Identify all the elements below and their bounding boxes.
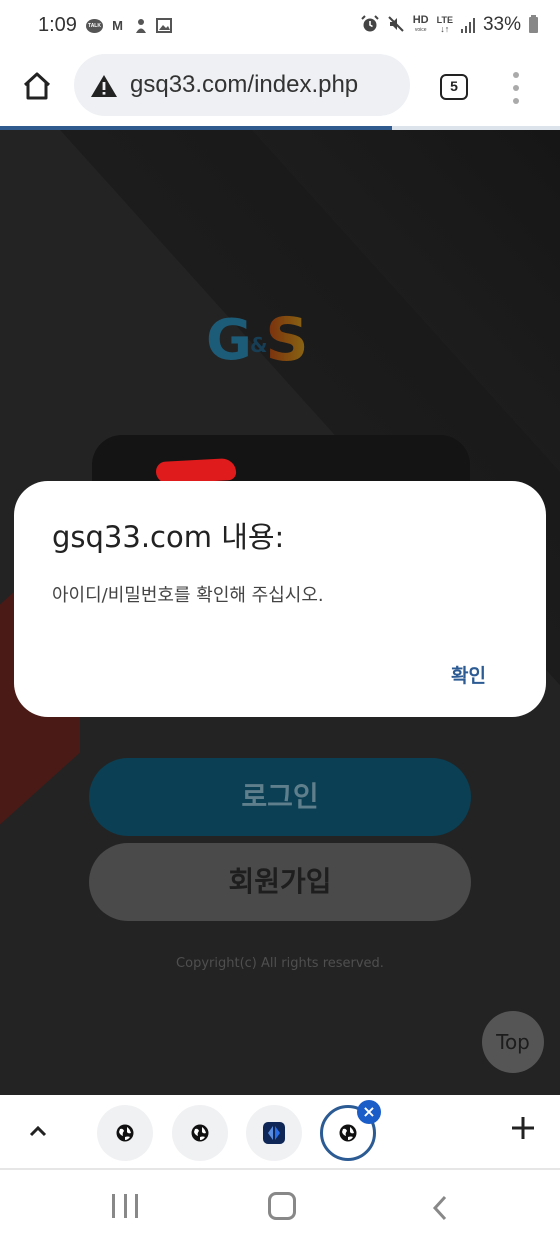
- app-icon: [263, 1122, 285, 1144]
- voice-label: voice: [414, 27, 427, 33]
- hd-voice-icon: HD voice: [413, 15, 429, 35]
- dot-icon: [513, 72, 519, 78]
- gallery-icon: [155, 17, 172, 34]
- notification-icons: TALK M: [86, 17, 172, 34]
- mute-icon: [387, 15, 405, 36]
- dialog-title: gsq33.com 내용:: [52, 520, 285, 554]
- status-bar: 1:09 TALK M HD voice LTE ↓↑ 33%: [0, 0, 560, 52]
- logo-s: S: [265, 305, 309, 375]
- battery-charging-icon: [529, 15, 538, 33]
- dot-icon: [513, 85, 519, 91]
- globe-icon: [116, 1124, 134, 1142]
- logo-g: G: [206, 307, 252, 373]
- home-nav-button[interactable]: [268, 1192, 296, 1220]
- kakaotalk-icon: TALK: [86, 18, 103, 33]
- home-button[interactable]: [20, 69, 54, 103]
- site-logo: G & S: [206, 305, 356, 375]
- dialog-message: 아이디/비밀번호를 확인해 주십시오.: [52, 585, 324, 606]
- status-time: 1:09: [38, 14, 77, 36]
- collapse-tabs-button[interactable]: [24, 1117, 52, 1145]
- tab-item[interactable]: [246, 1105, 302, 1161]
- tab-item-active[interactable]: ×: [320, 1100, 381, 1161]
- browser-toolbar: gsq33.com/index.php 5: [0, 52, 560, 126]
- lte-icon: LTE ↓↑: [436, 15, 453, 34]
- back-button[interactable]: [428, 1194, 452, 1222]
- gmail-icon: M: [112, 18, 123, 33]
- phone-screen: 1:09 TALK M HD voice LTE ↓↑ 33% gsq33.co…: [0, 0, 560, 1244]
- dot-icon: [513, 98, 519, 104]
- dialog-ok-button[interactable]: 확인: [451, 661, 486, 688]
- alarm-icon: [361, 14, 379, 36]
- globe-icon: [191, 1124, 209, 1142]
- tab-switcher-button[interactable]: 5: [440, 74, 468, 100]
- not-secure-warning-icon[interactable]: [90, 74, 118, 98]
- globe-icon: [339, 1124, 357, 1142]
- notification-icon: [132, 17, 149, 34]
- scroll-top-button[interactable]: Top: [482, 1011, 544, 1073]
- lte-label: LTE: [436, 15, 453, 25]
- battery-percent: 33%: [482, 14, 521, 35]
- close-tab-icon[interactable]: ×: [357, 1100, 381, 1124]
- url-text[interactable]: gsq33.com/index.php: [130, 71, 358, 99]
- recent-apps-button[interactable]: [112, 1194, 138, 1218]
- signal-icon: [460, 17, 475, 33]
- address-bar[interactable]: gsq33.com/index.php: [74, 54, 410, 116]
- tab-item[interactable]: [172, 1105, 228, 1161]
- system-icons: HD voice LTE ↓↑ 33%: [361, 14, 538, 36]
- tab-item[interactable]: [97, 1105, 153, 1161]
- tab-strip: ×: [0, 1095, 560, 1170]
- more-menu-button[interactable]: [510, 72, 522, 104]
- login-button[interactable]: 로그인: [89, 758, 471, 836]
- alert-dialog: gsq33.com 내용: 아이디/비밀번호를 확인해 주십시오. 확인: [14, 481, 546, 717]
- copyright-text: Copyright(c) All rights reserved.: [176, 956, 384, 971]
- signup-button[interactable]: 회원가입: [89, 843, 471, 921]
- new-tab-button[interactable]: [508, 1113, 538, 1143]
- system-nav-bar: [0, 1172, 560, 1244]
